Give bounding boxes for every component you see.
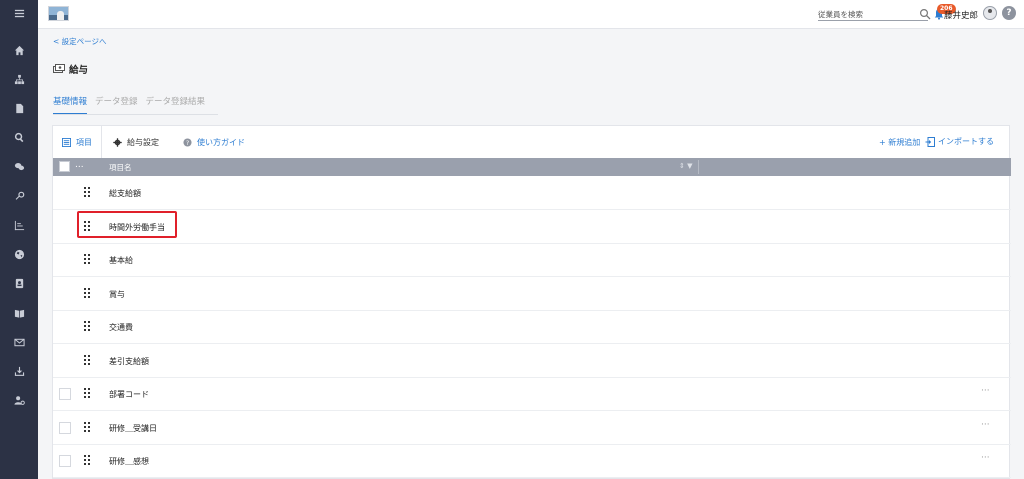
home-icon[interactable]: [0, 42, 38, 58]
row-item-name: 差引支給額: [109, 356, 149, 366]
drag-handle-icon[interactable]: [84, 287, 90, 298]
table-header: ... 項目名 ⇕ ▼: [53, 158, 1011, 176]
row-checkbox[interactable]: [59, 455, 71, 467]
highlight-box: [77, 211, 177, 238]
page-title: 給与: [69, 65, 89, 76]
org-chart-icon[interactable]: [0, 71, 38, 87]
section-tabs: 基礎情報 データ登録 データ登録結果: [53, 95, 213, 115]
tab-basic-info[interactable]: 基礎情報: [53, 95, 88, 115]
question-circle-icon: ?: [183, 137, 192, 146]
drag-handle-icon[interactable]: [84, 321, 90, 331]
tab-salary-settings[interactable]: 給与設定: [113, 126, 159, 158]
import-label: インポートする: [938, 137, 994, 146]
row-item-name: 基本給: [109, 256, 133, 265]
table-row[interactable]: 総支給額: [53, 177, 1011, 210]
guide-link-label: 使い方ガイド: [197, 137, 245, 147]
key-icon[interactable]: [0, 188, 38, 204]
column-header-item-name[interactable]: 項目名: [109, 162, 132, 173]
row-item-name: 交通費: [109, 323, 133, 332]
tab-registration-results[interactable]: データ登録結果: [146, 95, 206, 115]
search-icon[interactable]: [919, 8, 931, 20]
guide-link[interactable]: ? 使い方ガイド: [183, 126, 245, 158]
tab-salary-settings-label: 給与設定: [127, 137, 159, 147]
chat-icon[interactable]: [0, 158, 38, 174]
drag-handle-icon[interactable]: [84, 354, 90, 365]
row-item-name: 総支給額: [109, 189, 141, 198]
back-to-settings-link[interactable]: < 設定ページへ: [53, 36, 107, 47]
book-icon[interactable]: [0, 305, 38, 321]
sidebar: [0, 0, 38, 479]
user-settings-icon[interactable]: [0, 392, 38, 408]
top-bar: 206 藤井史郎 ?: [38, 0, 1024, 29]
chart-icon[interactable]: [0, 217, 38, 233]
import-button[interactable]: インポートする: [925, 136, 994, 147]
bulk-actions-menu[interactable]: ...: [75, 160, 84, 170]
avatar[interactable]: [983, 6, 997, 20]
column-divider[interactable]: [698, 160, 699, 174]
help-icon[interactable]: ?: [1002, 6, 1016, 20]
mail-icon[interactable]: [0, 334, 38, 350]
row-more-menu[interactable]: ···: [981, 420, 990, 430]
list-icon: [62, 137, 71, 147]
tab-items-label: 項目: [76, 137, 92, 147]
table-row[interactable]: 賞与: [53, 278, 1011, 311]
table-row[interactable]: 研修＿感想 ···: [53, 445, 1011, 478]
page-header: 給与: [53, 62, 88, 76]
gear-icon: [113, 137, 122, 147]
user-name[interactable]: 藤井史郎: [944, 9, 978, 21]
import-icon: [925, 136, 935, 147]
select-all-checkbox[interactable]: [59, 161, 70, 172]
add-new-button[interactable]: + 新規追加: [879, 137, 920, 148]
sort-filter-icon[interactable]: ⇕ ▼: [679, 162, 692, 170]
row-item-name: 賞与: [109, 289, 125, 299]
drag-handle-icon[interactable]: [84, 388, 90, 398]
drag-handle-icon[interactable]: [84, 455, 90, 465]
employee-search: [818, 8, 928, 21]
money-icon: [53, 64, 65, 73]
table-row[interactable]: 部署コード ···: [53, 378, 1011, 411]
row-more-menu[interactable]: ···: [981, 386, 990, 396]
document-icon[interactable]: [0, 100, 38, 116]
table-row[interactable]: 交通費: [53, 311, 1011, 344]
tab-items[interactable]: 項目: [53, 126, 102, 158]
table-row[interactable]: 研修＿受講日 ···: [53, 412, 1011, 445]
table-row[interactable]: 差引支給額: [53, 345, 1011, 378]
company-logo[interactable]: [48, 6, 69, 21]
row-checkbox[interactable]: [59, 421, 71, 434]
svg-text:?: ?: [186, 139, 189, 146]
tabs-divider: [53, 114, 218, 115]
table-row[interactable]: 基本給: [53, 244, 1011, 277]
menu-icon[interactable]: [0, 5, 38, 21]
row-item-name: 研修＿受講日: [109, 423, 157, 433]
drag-handle-icon[interactable]: [84, 421, 90, 432]
row-item-name: 部署コード: [109, 390, 149, 399]
row-checkbox[interactable]: [59, 388, 71, 400]
salary-items-card: 項目 給与設定 ? 使い方ガイド + 新規追加 インポートする ... 項目名 …: [52, 125, 1011, 479]
download-icon[interactable]: [0, 363, 38, 379]
drag-handle-icon[interactable]: [84, 187, 90, 197]
globe-icon[interactable]: [0, 246, 38, 262]
row-item-name: 研修＿感想: [109, 457, 149, 466]
search-icon[interactable]: [0, 129, 38, 145]
row-more-menu[interactable]: ···: [981, 453, 990, 463]
table-row[interactable]: 時間外労働手当: [53, 211, 1011, 244]
employee-search-input[interactable]: [818, 8, 918, 20]
card-tabs: 項目 給与設定 ? 使い方ガイド + 新規追加 インポートする: [53, 126, 1011, 158]
tab-data-registration[interactable]: データ登録: [95, 95, 138, 115]
drag-handle-icon[interactable]: [84, 254, 90, 264]
contact-card-icon[interactable]: [0, 275, 38, 291]
